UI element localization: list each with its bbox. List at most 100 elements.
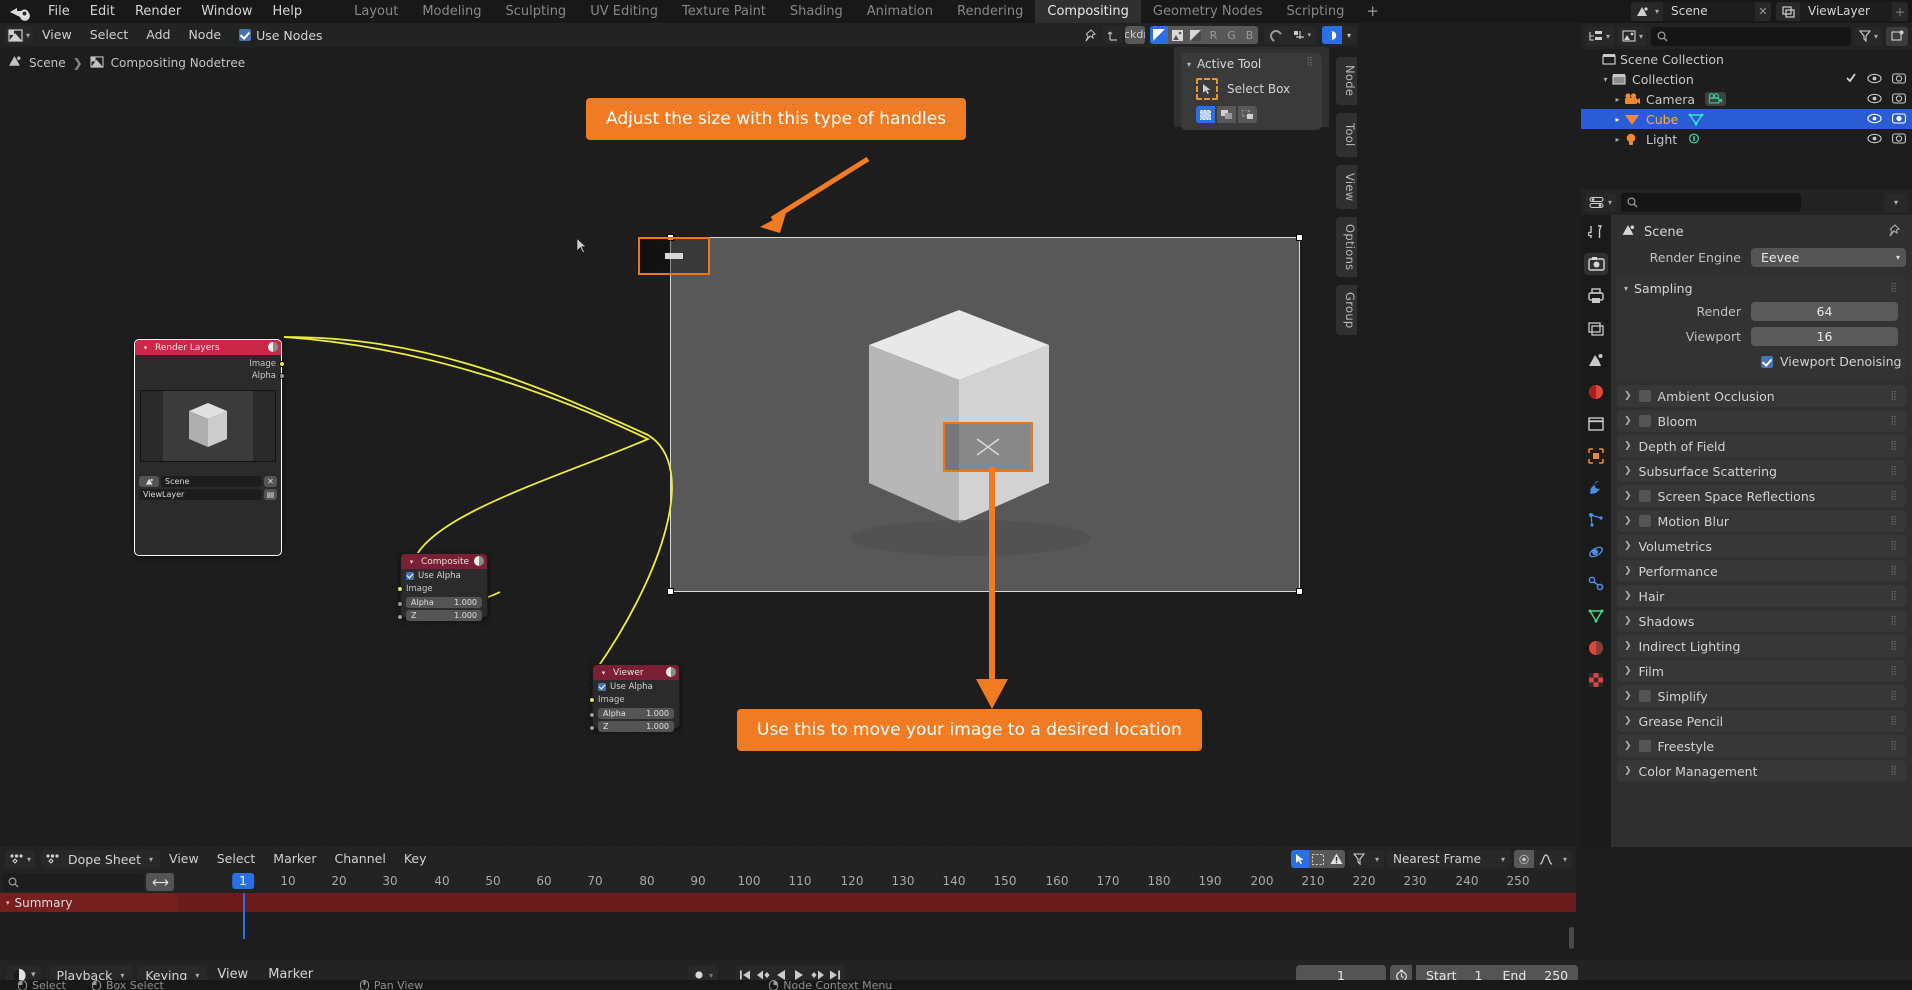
workspace-tab-rendering[interactable]: Rendering [945,0,1035,23]
panel-screen-space-reflections[interactable]: ❯ Screen Space Reflections ⣿ [1617,485,1906,507]
composite-use-alpha-toggle[interactable]: Use Alpha [401,569,487,583]
panel-shadows[interactable]: ❯ Shadows ⣿ [1617,610,1906,632]
properties-tab-particles[interactable] [1584,509,1608,531]
drag-dots-icon[interactable]: ⣿ [1890,491,1898,501]
render-engine-dropdown[interactable]: Eevee ▾ [1751,248,1906,267]
image-icon[interactable] [1168,26,1187,44]
expand-triangle-icon[interactable]: ▸ [1611,95,1624,104]
workspace-tab-geometry-nodes[interactable]: Geometry Nodes [1141,0,1275,23]
vtab-group[interactable]: Group [1336,285,1357,335]
dope-menu-view[interactable]: View [160,847,208,871]
properties-editor-type[interactable]: ▾ [1585,192,1617,212]
checkbox-icon[interactable] [1638,490,1651,502]
viewer-alpha-field[interactable]: Alpha 1.000 [598,708,674,719]
playhead-line[interactable] [243,893,245,939]
camera-data-icon[interactable] [1705,92,1727,106]
pin-icon[interactable] [1079,26,1099,44]
editor-type-selector[interactable]: ▾ [5,26,34,44]
dope-search-input[interactable] [2,873,144,891]
properties-tab-output[interactable] [1584,285,1608,307]
properties-tab-view-layer[interactable] [1584,317,1608,339]
blender-logo-icon[interactable] [6,3,32,21]
drag-dots-icon[interactable]: ⣿ [1890,566,1898,576]
sampling-viewport-value[interactable]: 16 [1751,327,1898,346]
outliner-row-scene-collection[interactable]: Scene Collection [1581,49,1912,69]
dope-timeline-ruler[interactable]: 1 10 20 30 40 50 60 70 80 90 100 110 120… [177,871,1576,893]
snap-magnet-icon[interactable] [1264,26,1287,44]
node-menu-view[interactable]: View [33,23,81,47]
dope-keyframe-grid[interactable] [177,893,1576,938]
checkbox-icon[interactable] [1638,515,1651,527]
properties-tab-render[interactable] [1584,253,1608,275]
chevron-down-icon[interactable]: ▾ [1342,26,1356,44]
current-frame-badge[interactable]: 1 [232,873,254,889]
viewer-use-alpha-toggle[interactable]: Use Alpha [593,680,679,694]
scene-unlink-icon[interactable]: ✕ [1755,5,1771,18]
properties-options-button[interactable]: ▾ [1884,192,1908,212]
node-canvas[interactable]: Scene ❯ Compositing Nodetree ▾ Render La… [0,47,1329,847]
collection-checkbox[interactable] [1845,72,1857,87]
socket-z-input[interactable] [589,725,595,731]
node-composite[interactable]: ▾ Composite Use Alpha Image Alpha 1.000 … [397,553,488,621]
vtab-tool[interactable]: Tool [1336,113,1357,157]
menu-file[interactable]: File [38,0,80,23]
mesh-data-icon[interactable] [1688,113,1704,126]
filter-funnel-icon[interactable] [1348,850,1370,868]
menu-render[interactable]: Render [125,0,191,23]
properties-tab-constraints[interactable] [1584,573,1608,595]
properties-tab-physics[interactable] [1584,541,1608,563]
drag-dots-icon[interactable]: ⣿ [1890,516,1898,526]
panel-simplify[interactable]: ❯ Simplify ⣿ [1617,685,1906,707]
panel-bloom[interactable]: ❯ Bloom ⣿ [1617,410,1906,432]
panel-freestyle[interactable]: ❯ Freestyle ⣿ [1617,735,1906,757]
panel-depth-of-field[interactable]: ❯ Depth of Field ⣿ [1617,435,1906,457]
workspace-tab-layout[interactable]: Layout [342,0,410,23]
panel-film[interactable]: ❯ Film ⣿ [1617,660,1906,682]
drag-dots-icon[interactable]: ⣿ [1890,541,1898,551]
dope-menu-channel[interactable]: Channel [326,847,395,871]
panel-volumetrics[interactable]: ❯ Volumetrics ⣿ [1617,535,1906,557]
panel-indirect-lighting[interactable]: ❯ Indirect Lighting ⣿ [1617,635,1906,657]
node-menu-select[interactable]: Select [81,23,138,47]
summary-channel[interactable]: ▾ Summary [0,893,177,912]
properties-tab-object[interactable] [1584,445,1608,467]
panel-motion-blur[interactable]: ❯ Motion Blur ⣿ [1617,510,1906,532]
workspace-tab-texture-paint[interactable]: Texture Paint [670,0,778,23]
sampling-panel-header[interactable]: ▾ Sampling ⣿ [1617,277,1906,299]
workspace-tab-shading[interactable]: Shading [778,0,855,23]
dope-menu-select[interactable]: Select [208,847,265,871]
drag-dots-icon[interactable]: ⣿ [1890,741,1898,751]
outliner-filter-type[interactable]: ▾ [1618,26,1648,46]
drag-dots-icon[interactable]: ⣿ [1890,666,1898,676]
outliner-row-camera[interactable]: ▸ Camera [1581,89,1912,109]
node-render-layers[interactable]: ▾ Render Layers Image Alpha Scene ✕ View… [134,339,285,556]
checkbox-icon[interactable] [1638,690,1651,702]
outliner-row-light[interactable]: ▸ Light [1581,129,1912,149]
properties-tab-texture[interactable] [1584,669,1608,691]
collapse-triangle-icon[interactable]: ▾ [139,344,152,352]
panel-hair[interactable]: ❯ Hair ⣿ [1617,585,1906,607]
new-collection-button[interactable] [1886,26,1908,46]
camera-render-icon[interactable] [1892,92,1906,107]
drag-dots-icon[interactable]: ⣿ [1890,691,1898,701]
chevron-down-icon[interactable]: ▾ [1558,850,1572,868]
node-title-bar[interactable]: ▾ Composite [401,554,487,569]
channel-g-button[interactable]: G [1222,26,1241,44]
collapse-triangle-icon[interactable]: ▾ [597,669,610,677]
properties-tab-scene[interactable] [1584,349,1608,371]
arrow-up-icon[interactable] [1102,26,1123,44]
expand-horizontal-icon[interactable] [146,873,174,891]
drag-dots-icon[interactable]: ⣿ [1890,716,1898,726]
panel-color-management[interactable]: ❯ Color Management ⣿ [1617,760,1906,782]
expand-triangle-icon[interactable]: ▾ [6,899,10,907]
socket-image-input[interactable] [397,586,403,592]
workspace-tab-compositing[interactable]: Compositing [1035,0,1141,23]
drag-dots-icon[interactable]: ⣿ [1890,641,1898,651]
drag-dots-icon[interactable]: ⣿ [1890,441,1898,451]
chevron-down-icon[interactable]: ▾ [1370,850,1384,868]
viewer-z-field[interactable]: Z 1.000 [598,721,674,732]
backdrop-corner-handle-bl[interactable] [667,588,674,595]
properties-tab-modifiers[interactable] [1584,477,1608,499]
workspace-tab-sculpting[interactable]: Sculpting [493,0,578,23]
snap-mode-dropdown[interactable]: Nearest Frame ▾ [1387,850,1511,868]
